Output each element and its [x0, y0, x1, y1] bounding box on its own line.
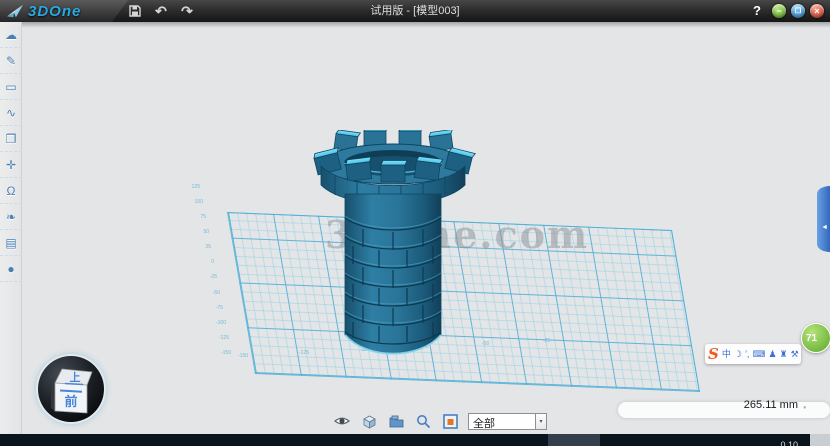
sidebar-item-layers[interactable]: ▤ [0, 230, 22, 256]
ime-skin-icon[interactable]: ♜ [780, 345, 788, 363]
grid-label: -25 [199, 275, 217, 280]
taskbar-strip: 0.10 [0, 434, 830, 446]
score-badge[interactable]: 71 [801, 323, 830, 353]
save-icon [129, 5, 141, 17]
filter-dropdown-button[interactable]: ▾ [536, 413, 547, 430]
grid-label: 125 [182, 185, 200, 190]
cube-view-icon [362, 414, 377, 429]
ime-halfwidth-icon[interactable]: ☽ [734, 345, 742, 363]
app-menu-button[interactable]: 3DOne [0, 0, 128, 22]
taskbar-item[interactable] [548, 434, 600, 446]
eye-icon [334, 415, 350, 427]
sidebar-item-sketch[interactable]: ▭ [0, 74, 22, 100]
taskbar-item-light[interactable] [810, 434, 830, 446]
titlebar-shadow [22, 22, 830, 28]
filter-value[interactable]: 全部 [468, 413, 536, 430]
grid-label: -150 [213, 351, 231, 356]
bird-icon: ❧ [6, 210, 16, 224]
view-navigation-cube[interactable]: 上 前 [38, 356, 104, 422]
shaded-view-button[interactable] [360, 412, 378, 430]
ime-keyboard-icon[interactable]: ⌨ [752, 345, 765, 363]
ime-punctuation-icon[interactable]: ’, [745, 345, 750, 363]
sidebar-item-community[interactable]: ❧ [0, 204, 22, 230]
component-view-button[interactable] [387, 412, 405, 430]
close-button[interactable]: × [810, 4, 824, 18]
precision-value: 0.10 [780, 440, 798, 446]
undo-button[interactable]: ↶ [153, 3, 169, 19]
ime-person-icon[interactable]: ♟ [768, 345, 776, 363]
sogou-logo-icon[interactable]: S [708, 345, 719, 363]
collapse-arrow-icon: ◄ [821, 224, 828, 231]
layers-icon: ▤ [5, 236, 16, 250]
cube-left-face [51, 383, 55, 411]
magnifier-icon [416, 414, 431, 429]
grid-label: -50 [202, 291, 220, 296]
view-toolbar: 全部 ▾ [333, 410, 547, 432]
sidebar-item-solid[interactable]: ❒ [0, 126, 22, 152]
score-value: 71 [806, 333, 817, 344]
redo-button[interactable]: ↷ [179, 3, 195, 19]
rectangle-icon: ▭ [5, 80, 16, 94]
sidebar-item-paint[interactable]: ✎ [0, 48, 22, 74]
grid-label: -75 [205, 306, 223, 311]
viewport-3d-canvas[interactable]: 125 100 75 50 25 0 -25 -50 -75 -100 -125… [22, 22, 830, 434]
grid-label: -50 [482, 342, 489, 347]
measurement-panel [618, 402, 830, 418]
cloud-icon: ☁ [5, 28, 17, 42]
image-frame-icon [443, 414, 458, 429]
filter-combobox[interactable]: 全部 ▾ [468, 413, 547, 430]
redo-icon: ↷ [181, 3, 193, 20]
cube-front-label: 前 [64, 394, 77, 409]
sidebar-item-magnet[interactable]: Ω [0, 178, 22, 204]
save-button[interactable] [127, 3, 143, 19]
sidebar-item-move[interactable]: ✛ [0, 152, 22, 178]
magnet-icon: Ω [7, 184, 16, 198]
zoom-button[interactable] [414, 412, 432, 430]
tower-model[interactable] [305, 130, 480, 370]
folder-cube-icon [389, 415, 404, 428]
paper-plane-icon [6, 3, 24, 19]
ime-tools-icon[interactable]: ⚒ [791, 345, 799, 363]
sidebar-item-curve[interactable]: ∿ [0, 100, 22, 126]
snapshot-button[interactable] [441, 412, 459, 430]
side-panel-handle[interactable]: ◄ [817, 186, 830, 252]
help-button[interactable]: ? [748, 0, 766, 22]
grid-label: 100 [185, 200, 203, 205]
measurement-unit-toggle[interactable]: ▾ [803, 405, 806, 411]
brush-icon: ✎ [6, 54, 16, 68]
app-logo-text: 3DOne [28, 3, 81, 20]
input-method-bar: S 中 ☽ ’, ⌨ ♟ ♜ ⚒ [705, 344, 801, 364]
grid-label: 0 [196, 260, 214, 265]
title-bar: 3DOne ↶ ↷ 试用版 - [模型003] ? − ❐ × [0, 0, 830, 22]
grid-label: -125 [211, 336, 229, 341]
undo-icon: ↶ [155, 3, 167, 20]
spline-icon: ∿ [6, 106, 16, 120]
cube-top-label: 上 [70, 370, 81, 384]
measurement-value: 265.11 mm [744, 399, 798, 411]
restore-button[interactable]: ❐ [791, 4, 805, 18]
sidebar-item-sphere[interactable]: ● [0, 256, 22, 282]
grid-label: 75 [188, 215, 206, 220]
grid-label: -150 [238, 354, 248, 359]
grid-label: -25 [543, 339, 550, 344]
grid-label: -100 [208, 321, 226, 326]
move-icon: ✛ [6, 158, 16, 172]
grid-label: 50 [191, 230, 209, 235]
chevron-down-icon: ▾ [539, 418, 542, 425]
sphere-icon: ● [7, 262, 14, 276]
minimize-button[interactable]: − [772, 4, 786, 18]
visibility-button[interactable] [333, 412, 351, 430]
left-toolbar: ☁ ✎ ▭ ∿ ❒ ✛ Ω ❧ ▤ ● [0, 22, 22, 434]
cube-icon: ❒ [6, 132, 17, 146]
ime-lang-toggle[interactable]: 中 [722, 345, 731, 363]
grid-label: 25 [193, 245, 211, 250]
sidebar-item-cloud-library[interactable]: ☁ [0, 22, 22, 48]
